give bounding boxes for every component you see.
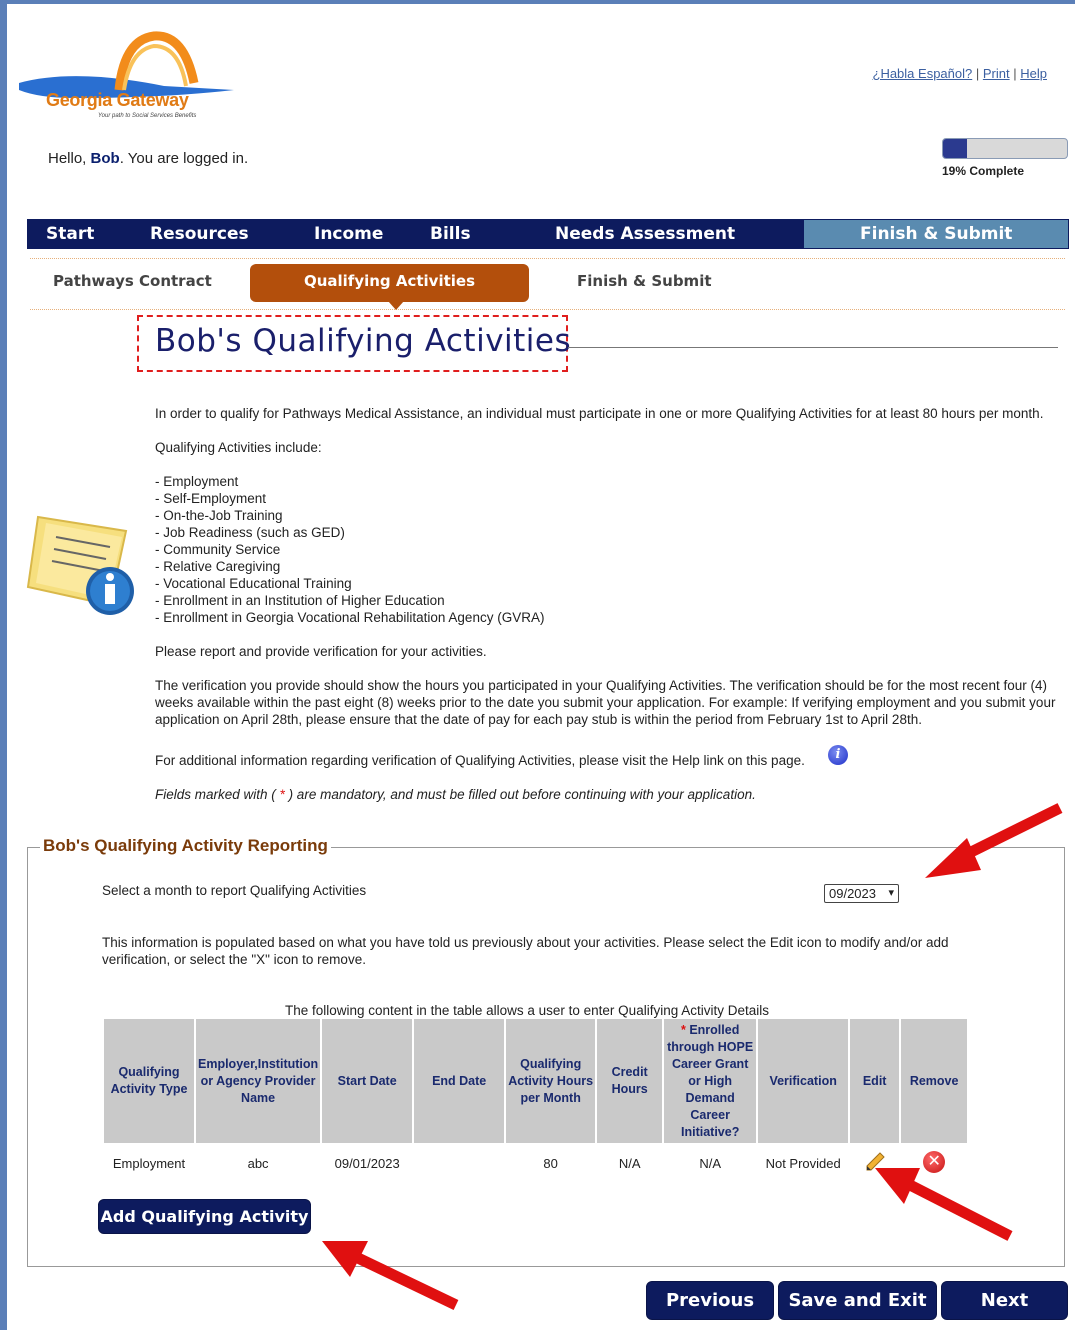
add-qualifying-activity-button[interactable]: Add Qualifying Activity [98,1199,311,1234]
logo-text: Georgia Gateway [46,90,189,110]
active-tab-pointer [388,301,404,310]
annotation-arrow-edit [875,1168,1013,1241]
col-remove: Remove [901,1019,968,1143]
report-text: Please report and provide verification f… [155,644,487,659]
col-hope-label: Enrolled through HOPE Career Grant or Hi… [667,1022,754,1139]
list-item: - Relative Caregiving [155,559,281,574]
col-verification: Verification [758,1019,849,1143]
print-link[interactable]: Print [983,66,1010,81]
qualifying-activities-table: Qualifying Activity Type Employer,Instit… [102,1019,969,1183]
info-text: This information is populated based on w… [102,935,949,967]
table-caption: The following content in the table allow… [284,1003,769,1018]
spanish-link[interactable]: ¿Habla Español? [873,66,973,81]
col-credit-hours: Credit Hours [597,1019,663,1143]
greeting-prefix: Hello, [48,150,91,167]
list-item: - Job Readiness (such as GED) [155,525,345,540]
intro-text: In order to qualify for Pathways Medical… [155,406,1044,421]
month-value: 09/2023 [829,886,876,901]
cell-end-date [414,1143,504,1183]
subnav-divider [30,309,1065,310]
main-nav: Start Resources Income Bills Needs Asses… [27,219,1069,249]
fieldset-legend: Bob's Qualifying Activity Reporting [40,836,331,856]
annotation-arrow-add [322,1241,459,1310]
cell-credit-hours: N/A [618,1155,641,1171]
nav-start[interactable]: Start [46,224,94,244]
activities-list: - Employment - Self-Employment - On-the-… [155,473,544,626]
mandatory-note: Fields marked with ( * ) are mandatory, … [155,786,756,803]
col-provider-name: Employer,Institution or Agency Provider … [196,1019,321,1143]
link-separator: | [1013,66,1017,81]
month-select[interactable]: 09/2023 ▾ [824,884,899,903]
list-item: - Self-Employment [155,491,267,506]
month-label: Select a month to report Qualifying Acti… [102,883,367,898]
cell-hours: 80 [543,1155,558,1171]
nav-bills[interactable]: Bills [430,224,471,244]
previous-button[interactable]: Previous [646,1281,774,1320]
subnav-divider [30,258,1065,259]
mandatory-prefix: Fields marked with ( [155,787,280,802]
progress-label: 19% Complete [942,164,1025,178]
page-title: Bob's Qualifying Activities [155,323,572,359]
list-item: - Community Service [155,542,281,557]
list-item: - Enrollment in Georgia Vocational Rehab… [155,610,545,625]
annotation-arrow-month [925,803,1063,878]
title-rule [568,347,1058,348]
progress-bar [942,138,1068,159]
info-note-icon [26,515,134,615]
cell-provider-name: abc [247,1155,269,1171]
table-header-row: Qualifying Activity Type Employer,Instit… [104,1019,968,1143]
nav-income[interactable]: Income [314,224,383,244]
col-end-date: End Date [414,1019,505,1143]
table-row: Employment abc 09/01/2023 80 N/A N/A Not… [104,1143,967,1183]
chevron-down-icon: ▾ [888,887,894,899]
top-links: ¿Habla Español? | Print | Help [873,66,1048,81]
cell-verification: Not Provided [765,1155,841,1171]
link-separator: | [975,66,980,81]
col-edit: Edit [850,1019,900,1143]
next-button[interactable]: Next [941,1281,1068,1320]
progress-fill [943,139,967,158]
cell-hope-enrollment: N/A [699,1155,721,1171]
list-item: - Employment [155,474,239,489]
col-start-date: Start Date [322,1019,413,1143]
cell-start-date: 09/01/2023 [334,1155,400,1171]
required-star: * [680,1022,686,1037]
nav-resources[interactable]: Resources [150,224,249,244]
greeting-suffix: . You are logged in. [119,150,249,167]
verification-text: The verification you provide should show… [155,678,1056,727]
user-name: Bob [90,150,120,167]
info-icon[interactable]: i [828,745,848,765]
col-activity-type: Qualifying Activity Type [104,1019,194,1143]
col-hope-enrollment: * Enrolled through HOPE Career Grant or … [664,1019,757,1143]
subtab-pathways-contract[interactable]: Pathways Contract [53,272,212,290]
list-heading: Qualifying Activities include: [155,440,322,455]
nav-finish-submit[interactable]: Finish & Submit [860,224,1012,244]
list-item: - Vocational Educational Training [155,576,352,591]
mandatory-suffix: ) are mandatory, and must be filled out … [284,787,756,802]
save-and-exit-button[interactable]: Save and Exit [778,1281,937,1320]
col-hours: Qualifying Activity Hours per Month [506,1019,596,1143]
subtab-qualifying-activities[interactable]: Qualifying Activities [250,264,529,302]
greeting: Hello, Bob. You are logged in. [48,150,248,167]
cell-activity-type: Employment [112,1155,186,1171]
list-item: - Enrollment in an Institution of Higher… [155,593,445,608]
logo-tagline: Your path to Social Services Benefits [98,113,197,119]
nav-needs-assessment[interactable]: Needs Assessment [555,224,735,244]
subtab-finish-submit[interactable]: Finish & Submit [577,272,712,290]
help-link[interactable]: Help [1020,66,1047,81]
help-text: For additional information regarding ver… [155,753,805,768]
list-item: - On-the-Job Training [155,508,283,523]
